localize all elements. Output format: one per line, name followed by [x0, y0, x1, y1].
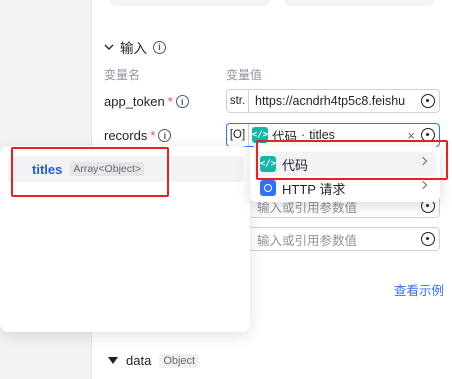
caret-down-icon[interactable]: [108, 357, 118, 364]
reference-chip[interactable]: </> 代码 · titles: [249, 126, 407, 145]
chevron-right-icon: [418, 156, 428, 166]
required-mark: *: [150, 128, 156, 143]
required-mark: *: [167, 94, 173, 109]
info-icon[interactable]: i: [158, 129, 172, 142]
section-title: 输入: [120, 41, 147, 56]
ref-field: titles: [309, 128, 335, 142]
reference-target-icon[interactable]: [421, 232, 435, 246]
ref-source: 代码: [272, 129, 298, 144]
records-field[interactable]: [O] </> 代码 · titles ×: [226, 123, 440, 147]
input-section-header[interactable]: 输入 i: [104, 37, 166, 57]
view-examples-link[interactable]: 查看示例: [394, 280, 444, 299]
reference-target-icon[interactable]: [421, 94, 435, 108]
type-tag[interactable]: [O]: [227, 124, 249, 146]
chevron-down-icon: [104, 44, 114, 50]
menu-item-code[interactable]: </> 代码: [254, 152, 436, 176]
menu-item-http-request[interactable]: HTTP 请求: [254, 176, 436, 200]
variable-picker-popup: titles Array<Object>: [0, 146, 250, 332]
field-placeholder[interactable]: 输入或引用参数值: [227, 230, 421, 249]
reference-target-icon[interactable]: [421, 128, 435, 142]
column-header-value: 变量值: [226, 68, 263, 82]
param-field-4[interactable]: 输入或引用参数值: [226, 227, 440, 251]
ref-separator: ·: [301, 128, 306, 142]
type-tag[interactable]: str.: [227, 90, 249, 112]
output-type-tag: Object: [159, 353, 200, 368]
menu-item-label: HTTP 请求: [282, 181, 346, 197]
column-header-name: 变量名: [104, 68, 141, 82]
top-tab-remnant-2: [284, 0, 434, 6]
clear-icon[interactable]: ×: [407, 128, 415, 143]
param-label-app-token: app_token * i: [104, 94, 189, 109]
app-token-field[interactable]: str. https://acndrh4tp5c8.feishu: [226, 89, 440, 113]
top-tab-remnant: [110, 0, 270, 6]
variable-item[interactable]: titles Array<Object>: [8, 156, 244, 182]
source-node-menu: </> 代码 HTTP 请求: [250, 146, 440, 202]
output-name: data: [126, 353, 152, 368]
info-icon[interactable]: i: [153, 40, 166, 54]
output-row[interactable]: data Object: [108, 353, 200, 368]
code-icon: </>: [260, 156, 276, 172]
http-request-icon: [260, 180, 276, 196]
menu-item-label: 代码: [282, 157, 309, 173]
chevron-right-icon: [418, 180, 428, 190]
param-label-records: records * i: [104, 128, 172, 143]
variable-type-tag: Array<Object>: [70, 162, 145, 176]
info-icon[interactable]: i: [175, 95, 189, 108]
app-token-value[interactable]: https://acndrh4tp5c8.feishu: [249, 94, 421, 108]
code-icon: </>: [252, 127, 268, 143]
variable-name: titles: [32, 161, 63, 177]
